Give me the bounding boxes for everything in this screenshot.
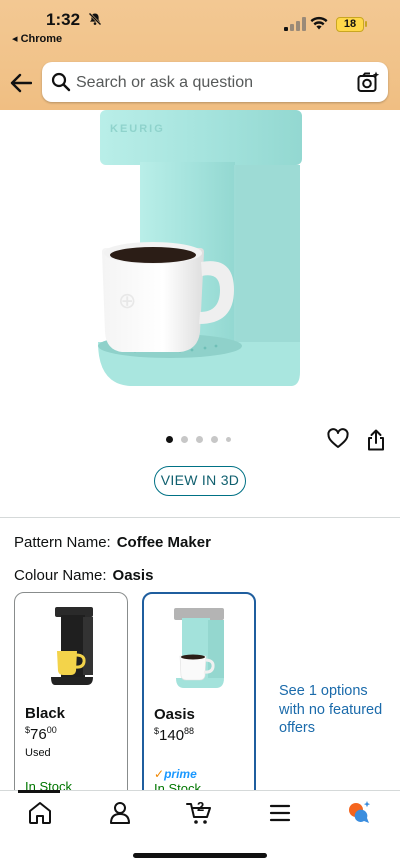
status-time: 1:32 [46,10,81,29]
battery-indicator: 18 [336,17,364,32]
menu-icon [269,804,291,822]
search-input[interactable]: Search or ask a question [76,74,253,92]
carousel-dot[interactable] [196,436,203,443]
brand-logo: KEURIG [110,123,165,135]
nav-menu[interactable] [267,800,293,826]
search-icon [51,72,71,92]
colour-value: Oasis [112,567,154,584]
carousel-dot[interactable] [166,436,173,443]
battery-tip [365,21,367,27]
status-bar: 1:32 ◂ Chrome 18 [0,0,400,46]
wishlist-heart-icon[interactable] [327,428,349,450]
prime-badge: ✓prime [154,767,197,781]
cart-count-badge: 2 [197,799,205,814]
pattern-value: Coffee Maker [116,534,211,551]
prime-check-icon: ✓ [154,767,165,781]
home-indicator [133,853,267,858]
nav-rufus[interactable] [346,800,372,826]
variant-thumbnail [174,608,224,688]
home-icon [29,802,51,824]
carousel-dot[interactable] [211,436,218,443]
variant-price: $14088 [154,726,195,744]
carousel-dot[interactable] [226,437,231,442]
account-icon [110,802,130,824]
variant-name: Black [25,705,66,722]
carousel-dot[interactable] [181,436,188,443]
variant-card-oasis[interactable]: Oasis $14088 ✓prime In Stock [142,592,256,802]
variant-condition: Used [25,747,51,759]
section-divider [0,517,400,518]
nav-account[interactable] [107,800,133,826]
colour-name-row: Colour Name: Oasis [14,567,153,584]
colour-label: Colour Name: [14,567,107,584]
image-carousel-dots[interactable] [166,436,236,446]
nav-home[interactable] [27,800,53,826]
active-tab-indicator [18,790,60,793]
see-other-offers-link[interactable]: See 1 options with no featured offers [279,682,389,738]
signal-icon [284,17,306,31]
bell-muted-icon [88,12,102,26]
variant-price: $7600 [25,725,57,743]
back-to-app-link[interactable]: ◂ Chrome [12,32,62,45]
view-in-3d-button[interactable]: VIEW IN 3D [154,466,246,496]
variant-thumbnail [51,607,93,685]
camera-search-icon[interactable] [356,70,380,94]
app-header: 1:32 ◂ Chrome 18 Search or ask a questio… [0,0,400,110]
pattern-name-row: Pattern Name: Coffee Maker [14,534,211,551]
rufus-icon [349,801,371,823]
back-arrow-icon[interactable] [10,73,32,93]
wifi-icon [310,16,328,30]
share-icon[interactable] [366,429,386,451]
mug-emboss: ⊕ [118,288,136,313]
variant-card-black[interactable]: Black $7600 Used In Stock [14,592,128,802]
pattern-label: Pattern Name: [14,534,111,551]
product-image[interactable]: KEURIG ⊕ [0,110,400,410]
search-bar[interactable]: Search or ask a question [42,62,388,102]
variant-name: Oasis [154,706,195,723]
